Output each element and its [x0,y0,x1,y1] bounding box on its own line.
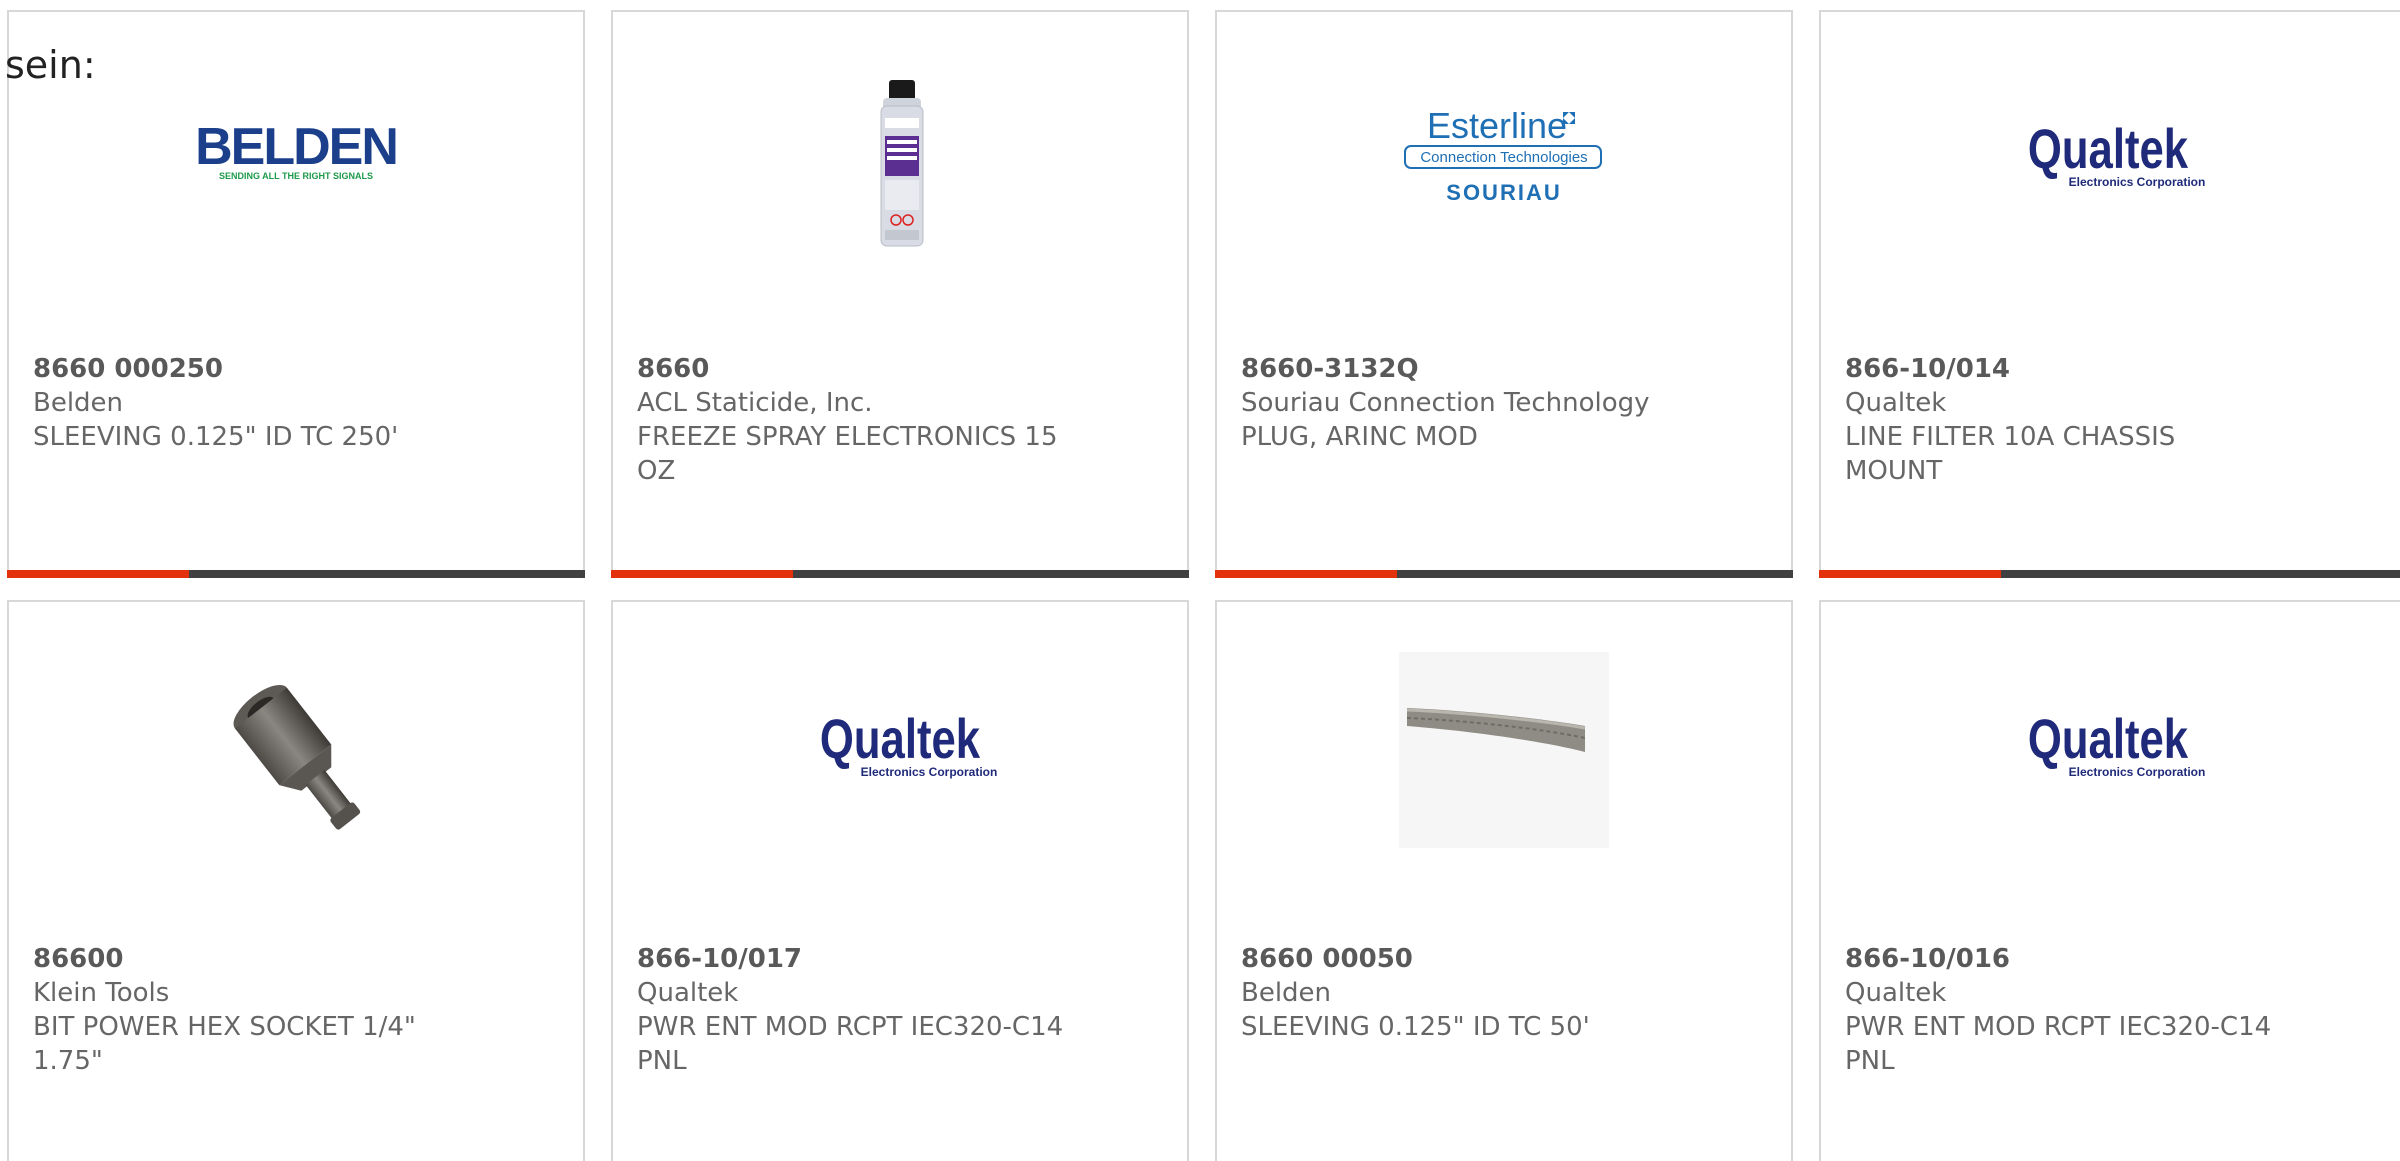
product-manufacturer: Qualtek [637,978,739,1008]
product-part-number[interactable]: 8660-3132Q [1241,352,1671,386]
svg-text:Electronics Corporation: Electronics Corporation [2069,765,2206,779]
product-image-area[interactable] [1217,602,1791,942]
qualtek-logo-image: Qualtek Electronics Corporation [2028,708,2206,779]
svg-text:Electronics Corporation: Electronics Corporation [2069,175,2206,189]
product-description: PWR ENT MOD RCPT IEC320-C14 PNL [1845,1012,2272,1076]
product-manufacturer: Belden [33,388,124,418]
product-manufacturer: ACL Staticide, Inc. [637,388,873,418]
svg-text:SENDING ALL THE RIGHT SIGNALS: SENDING ALL THE RIGHT SIGNALS [219,171,373,181]
card-accent-bar [1215,570,1397,578]
product-part-number[interactable]: 8660 00050 [1241,942,1671,976]
card-bottom-bar [7,570,585,578]
card-accent-bar [1819,570,2001,578]
product-card[interactable]: Qualtek Electronics Corporation 866-10/0… [611,600,1189,1161]
product-card[interactable]: BELDEN SENDING ALL THE RIGHT SIGNALS 866… [7,10,585,578]
product-part-number[interactable]: 866-10/014 [1845,352,2275,386]
product-part-number[interactable]: 866-10/016 [1845,942,2275,976]
product-card[interactable]: 8660 00050 Belden SLEEVING 0.125" ID TC … [1215,600,1793,1161]
product-description: PLUG, ARINC MOD [1241,422,1478,452]
product-description: FREEZE SPRAY ELECTRONICS 15 OZ [637,422,1058,486]
braided-sleeving-image [1399,652,1609,848]
product-part-number[interactable]: 866-10/017 [637,942,1067,976]
hex-socket-image [233,684,361,830]
product-image-area[interactable]: Qualtek Electronics Corporation [613,602,1187,942]
card-bottom-bar [1819,570,2400,578]
product-card[interactable]: Qualtek Electronics Corporation 866-10/0… [1819,10,2400,578]
product-image-area[interactable] [9,602,583,942]
belden-logo-image: BELDEN SENDING ALL THE RIGHT SIGNALS [195,118,399,181]
svg-text:Esterline: Esterline [1427,105,1567,146]
product-part-number[interactable]: 86600 [33,942,463,976]
product-manufacturer: Qualtek [1845,388,1947,418]
product-description: PWR ENT MOD RCPT IEC320-C14 PNL [637,1012,1064,1076]
product-image-area[interactable]: Qualtek Electronics Corporation [1821,602,2400,942]
product-info: 8660 000250 Belden SLEEVING 0.125" ID TC… [33,352,463,454]
product-info: 8660-3132Q Souriau Connection Technology… [1241,352,1671,454]
product-part-number[interactable]: 8660 000250 [33,352,463,386]
svg-text:Qualtek: Qualtek [2028,118,2188,180]
svg-text:SOURIAU: SOURIAU [1446,180,1561,205]
product-card[interactable]: 8660 ACL Staticide, Inc. FREEZE SPRAY EL… [611,10,1189,578]
page-text-fragment: sein: [5,43,96,87]
svg-text:Electronics Corporation: Electronics Corporation [861,765,998,779]
card-accent-bar [611,570,793,578]
card-accent-bar [7,570,189,578]
product-card[interactable]: Qualtek Electronics Corporation 866-10/0… [1819,600,2400,1161]
qualtek-logo-image: Qualtek Electronics Corporation [820,708,998,779]
product-info: 8660 00050 Belden SLEEVING 0.125" ID TC … [1241,942,1671,1044]
card-bottom-bar [611,570,1189,578]
product-description: SLEEVING 0.125" ID TC 250' [33,422,399,452]
product-info: 866-10/014 Qualtek LINE FILTER 10A CHASS… [1845,352,2275,488]
product-grid: sein: BELDEN SENDING ALL THE RIGHT SIGNA… [0,0,2400,1161]
product-manufacturer: Klein Tools [33,978,170,1008]
product-description: BIT POWER HEX SOCKET 1/4" 1.75" [33,1012,416,1076]
product-manufacturer: Qualtek [1845,978,1947,1008]
qualtek-logo-image: Qualtek Electronics Corporation [2028,118,2206,189]
esterline-logo-image: Esterline Connection Technologies SOURIA… [1404,105,1602,205]
svg-text:Qualtek: Qualtek [2028,708,2188,770]
product-card[interactable]: Esterline Connection Technologies SOURIA… [1215,10,1793,578]
product-manufacturer: Souriau Connection Technology [1241,388,1650,418]
product-info: 8660 ACL Staticide, Inc. FREEZE SPRAY EL… [637,352,1067,488]
svg-text:Connection Technologies: Connection Technologies [1420,149,1587,166]
product-description: SLEEVING 0.125" ID TC 50' [1241,1012,1590,1042]
svg-text:Qualtek: Qualtek [820,708,980,770]
product-info: 866-10/017 Qualtek PWR ENT MOD RCPT IEC3… [637,942,1067,1078]
product-description: LINE FILTER 10A CHASSIS MOUNT [1845,422,2176,486]
spray-can-image [880,80,924,247]
product-image-area[interactable]: Qualtek Electronics Corporation [1821,12,2400,352]
svg-text:BELDEN: BELDEN [195,118,397,176]
product-image-area[interactable]: Esterline Connection Technologies SOURIA… [1217,12,1791,352]
product-card[interactable]: 86600 Klein Tools BIT POWER HEX SOCKET 1… [7,600,585,1161]
product-info: 866-10/016 Qualtek PWR ENT MOD RCPT IEC3… [1845,942,2275,1078]
card-bottom-bar [1215,570,1793,578]
product-part-number[interactable]: 8660 [637,352,1067,386]
product-info: 86600 Klein Tools BIT POWER HEX SOCKET 1… [33,942,463,1078]
product-manufacturer: Belden [1241,978,1332,1008]
product-image-area[interactable] [613,12,1187,352]
